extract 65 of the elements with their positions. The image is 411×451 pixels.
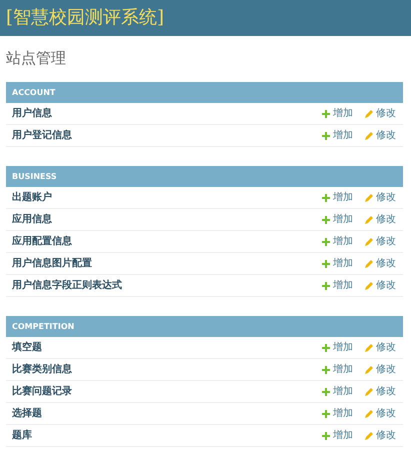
add-link[interactable]: 增加 [322,278,365,293]
model-link[interactable]: 用户信息字段正则表达式 [12,278,322,293]
pencil-icon [365,194,373,202]
site-title[interactable]: [智慧校园测评系统] [6,9,164,27]
add-link[interactable]: 增加 [322,256,365,271]
add-link[interactable]: 增加 [322,128,365,143]
add-link[interactable]: 增加 [322,212,365,227]
change-link[interactable]: 修改 [365,406,397,421]
add-link[interactable]: 增加 [322,190,365,205]
module-caption: COMPETITION [6,316,403,337]
add-link[interactable]: 增加 [322,362,365,377]
plus-icon [322,366,330,374]
add-link[interactable]: 增加 [322,428,365,443]
change-link[interactable]: 修改 [365,278,397,293]
add-link[interactable]: 增加 [322,106,365,121]
change-link[interactable]: 修改 [365,190,397,205]
module-caption: ACCOUNT [6,82,403,103]
change-link[interactable]: 修改 [365,234,397,249]
plus-icon [322,216,330,224]
change-link[interactable]: 修改 [365,362,397,377]
change-link[interactable]: 修改 [365,340,397,355]
pencil-icon [365,132,373,140]
change-link[interactable]: 修改 [365,384,397,399]
add-link[interactable]: 增加 [322,406,365,421]
model-link[interactable]: 选择题 [12,406,322,421]
model-link[interactable]: 用户信息图片配置 [12,256,322,271]
plus-icon [322,238,330,246]
add-link[interactable]: 增加 [322,234,365,249]
plus-icon [322,132,330,140]
plus-icon [322,282,330,290]
plus-icon [322,410,330,418]
pencil-icon [365,238,373,246]
change-link[interactable]: 修改 [365,256,397,271]
plus-icon [322,344,330,352]
pencil-icon [365,216,373,224]
change-link[interactable]: 修改 [365,212,397,227]
pencil-icon [365,410,373,418]
plus-icon [322,260,330,268]
model-link[interactable]: 用户登记信息 [12,128,322,143]
pencil-icon [365,344,373,352]
change-link[interactable]: 修改 [365,428,397,443]
plus-icon [322,388,330,396]
pencil-icon [365,366,373,374]
module-caption: BUSINESS [6,166,403,187]
model-link[interactable]: 出题账户 [12,190,322,205]
plus-icon [322,110,330,118]
model-link[interactable]: 比赛问题记录 [12,384,322,399]
plus-icon [322,432,330,440]
change-link[interactable]: 修改 [365,128,397,143]
model-link[interactable]: 比赛类别信息 [12,362,322,377]
page-title: 站点管理 [6,48,67,68]
model-link[interactable]: 用户信息 [12,106,322,121]
pencil-icon [365,432,373,440]
model-link[interactable]: 应用配置信息 [12,234,322,249]
change-link[interactable]: 修改 [365,106,397,121]
plus-icon [322,194,330,202]
pencil-icon [365,110,373,118]
model-link[interactable]: 填空题 [12,340,322,355]
pencil-icon [365,388,373,396]
add-link[interactable]: 增加 [322,340,365,355]
pencil-icon [365,260,373,268]
model-link[interactable]: 应用信息 [12,212,322,227]
add-link[interactable]: 增加 [322,384,365,399]
pencil-icon [365,282,373,290]
model-link[interactable]: 题库 [12,428,322,443]
